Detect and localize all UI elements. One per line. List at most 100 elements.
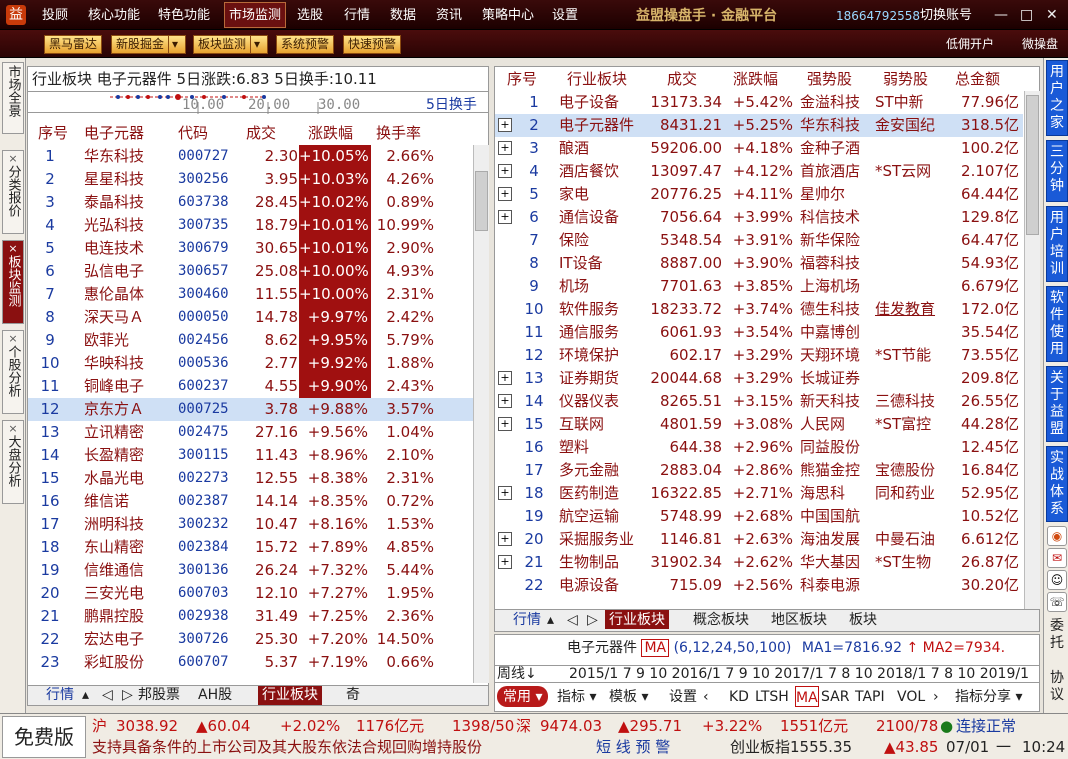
menu-quotes[interactable]: 行情 — [344, 0, 370, 30]
table-row[interactable]: 11 铜峰电子 600237 4.55 +9.90% 2.43% — [28, 375, 476, 398]
scrollbar-thumb[interactable] — [475, 171, 488, 231]
qq-icon[interactable]: ☺ — [1047, 570, 1067, 590]
col-seq[interactable]: 序号 — [507, 67, 537, 91]
table-row[interactable]: +20 采掘服务业 1146.81 +2.63% 海油发展 中曼石油 6.612亿 — [495, 528, 1023, 551]
sidebar-user-home[interactable]: 用户之家 — [1046, 60, 1068, 136]
weak-stock[interactable]: *ST生物 — [875, 551, 931, 574]
col-turnover[interactable]: 换手率 — [376, 121, 421, 145]
expand-icon[interactable]: + — [498, 555, 512, 569]
new-stock-button[interactable]: 新股掘金 ▾ — [111, 35, 187, 54]
expand-icon[interactable]: + — [498, 394, 512, 408]
table-row[interactable]: 9 欧菲光 002456 8.62 +9.95% 5.79% — [28, 329, 476, 352]
strong-stock[interactable]: 熊猫金控 — [800, 459, 860, 482]
menu-core[interactable]: 核心功能 — [88, 0, 140, 30]
sidebar-practical-system[interactable]: 实战体系 — [1046, 446, 1068, 522]
sidebar-three-minutes[interactable]: 三分钟 — [1046, 140, 1068, 202]
right-arrow-icon[interactable]: › — [933, 686, 939, 707]
sidebar-agreement[interactable]: 协议 — [1047, 670, 1067, 710]
common-button[interactable]: 常用 ▾ — [497, 686, 549, 707]
tab-ah[interactable]: AH股 — [198, 686, 232, 705]
table-row[interactable]: +3 酿酒 59206.00 +4.18% 金种子酒 100.2亿 — [495, 137, 1023, 160]
strong-stock[interactable]: 新华保险 — [800, 229, 860, 252]
tab-concept[interactable]: 概念板块 — [693, 610, 749, 629]
strong-stock[interactable]: 星帅尔 — [800, 183, 845, 206]
col-amount[interactable]: 总金额 — [955, 67, 1000, 91]
col-change[interactable]: 涨跌幅 — [733, 67, 778, 91]
menu-market-monitor[interactable]: 市场监测 — [224, 2, 287, 28]
table-row[interactable]: +21 生物制品 31902.34 +2.62% 华大基因 *ST生物 26.87亿 — [495, 551, 1023, 574]
menu-tougu[interactable]: 投顾 — [42, 0, 68, 30]
table-row[interactable]: 14 长盈精密 300115 11.43 +8.96% 2.10% — [28, 444, 476, 467]
vol-button[interactable]: VOL — [897, 686, 925, 707]
ma-button[interactable]: MA — [795, 686, 819, 707]
col-strong[interactable]: 强势股 — [807, 67, 852, 91]
table-row[interactable]: 12 京东方Ａ 000725 3.78 +9.88% 3.57% — [28, 398, 476, 421]
strong-stock[interactable]: 上海机场 — [800, 275, 860, 298]
col-seq[interactable]: 序号 — [38, 121, 68, 145]
table-row[interactable]: 3 泰晶科技 603738 28.45 +10.02% 0.89% — [28, 191, 476, 214]
system-alert-button[interactable]: 系统预警 — [276, 35, 335, 54]
quick-alert-button[interactable]: 快速预警 — [343, 35, 402, 54]
sidebar-about[interactable]: 关于益盟 — [1046, 366, 1068, 442]
strong-stock[interactable]: 科泰电源 — [800, 574, 860, 597]
table-row[interactable]: 22 宏达电子 300726 25.30 +7.20% 14.50% — [28, 628, 476, 651]
table-row[interactable]: 17 多元金融 2883.04 +2.86% 熊猫金控 宝德股份 16.84亿 — [495, 459, 1023, 482]
expand-icon[interactable]: + — [498, 486, 512, 500]
expand-icon[interactable]: + — [498, 141, 512, 155]
tab-more[interactable]: 奇 — [346, 686, 360, 705]
tab-stock-analysis[interactable]: × 个股分析 — [2, 330, 24, 414]
tab-sector-monitor[interactable]: × 板块监测 — [2, 240, 24, 324]
close-icon[interactable]: × — [3, 243, 23, 255]
strong-stock[interactable]: 金种子酒 — [800, 137, 860, 160]
col-change[interactable]: 涨跌幅 — [308, 121, 353, 145]
menu-feature[interactable]: 特色功能 — [158, 0, 210, 30]
weak-stock[interactable]: 中曼石油 — [875, 528, 935, 551]
table-row[interactable]: +18 医药制造 16322.85 +2.71% 海思科 同和药业 52.95亿 — [495, 482, 1023, 505]
table-row[interactable]: 5 电连技术 300679 30.65 +10.01% 2.90% — [28, 237, 476, 260]
expand-icon[interactable]: + — [498, 118, 512, 132]
up-arrow-icon[interactable]: ▴ — [547, 610, 554, 629]
low-commission-link[interactable]: 低佣开户 — [946, 35, 994, 53]
table-row[interactable]: 6 弘信电子 300657 25.08 +10.00% 4.93% — [28, 260, 476, 283]
tab-next[interactable]: ▷ — [587, 610, 598, 629]
ma-tag[interactable]: MA — [641, 639, 670, 657]
strong-stock[interactable]: 同益股份 — [800, 436, 860, 459]
tab-quotes[interactable]: 行情 — [46, 686, 74, 705]
tab-industry[interactable]: 行业板块 — [605, 610, 669, 629]
col-code[interactable]: 代码 — [178, 121, 208, 145]
app-logo-icon[interactable]: 益 — [6, 5, 26, 25]
table-row[interactable]: +13 证券期货 20044.68 +3.29% 长城证券 209.8亿 — [495, 367, 1023, 390]
table-row[interactable]: +15 互联网 4801.59 +3.08% 人民网 *ST富控 44.28亿 — [495, 413, 1023, 436]
tab-sector[interactable]: 板块 — [849, 610, 877, 629]
dark-horse-radar-button[interactable]: 黑马雷达 — [44, 35, 103, 54]
strong-stock[interactable]: 首旅酒店 — [800, 160, 860, 183]
table-row[interactable]: 8 深天马Ａ 000050 14.78 +9.97% 2.42% — [28, 306, 476, 329]
news-ticker[interactable]: 支持具备条件的上市公司及其大股东依法合规回购增持股份 — [92, 737, 482, 757]
table-row[interactable]: 2 星星科技 300256 3.95 +10.03% 4.26% — [28, 168, 476, 191]
tab-prev[interactable]: ◁ — [102, 686, 113, 705]
table-row[interactable]: 15 水晶光电 002273 12.55 +8.38% 2.31% — [28, 467, 476, 490]
close-icon[interactable]: × — [3, 423, 23, 435]
expand-icon[interactable]: + — [498, 417, 512, 431]
kd-button[interactable]: KD — [729, 686, 749, 707]
table-row[interactable]: 8 IT设备 8887.00 +3.90% 福蓉科技 54.93亿 — [495, 252, 1023, 275]
table-row[interactable]: 22 电源设备 715.09 +2.56% 科泰电源 30.20亿 — [495, 574, 1023, 597]
indicator-share-button[interactable]: 指标分享 ▾ — [955, 686, 1022, 707]
table-row[interactable]: +14 仪器仪表 8265.51 +3.15% 新天科技 三德科技 26.55亿 — [495, 390, 1023, 413]
period-selector[interactable]: 周线↓ — [497, 666, 537, 683]
table-row[interactable]: 11 通信服务 6061.93 +3.54% 中嘉博创 35.54亿 — [495, 321, 1023, 344]
col-weak[interactable]: 弱势股 — [883, 67, 928, 91]
weak-stock[interactable]: 三德科技 — [875, 390, 935, 413]
table-row[interactable]: 7 惠伦晶体 300460 11.55 +10.00% 2.31% — [28, 283, 476, 306]
sector-monitor-button[interactable]: 板块监测 ▾ — [193, 35, 269, 54]
strong-stock[interactable]: 金溢科技 — [800, 91, 860, 114]
sar-button[interactable]: SAR — [821, 686, 849, 707]
micro-trading-link[interactable]: 微操盘 — [1022, 35, 1058, 53]
weak-stock[interactable]: *ST云网 — [875, 160, 931, 183]
menu-news[interactable]: 资讯 — [436, 0, 462, 30]
expand-icon[interactable]: + — [498, 164, 512, 178]
close-icon[interactable]: × — [3, 153, 23, 165]
mail-icon[interactable]: ✉ — [1047, 548, 1067, 568]
close-icon[interactable]: × — [3, 333, 23, 345]
tab-stocks[interactable]: 邦股票 — [138, 686, 180, 705]
